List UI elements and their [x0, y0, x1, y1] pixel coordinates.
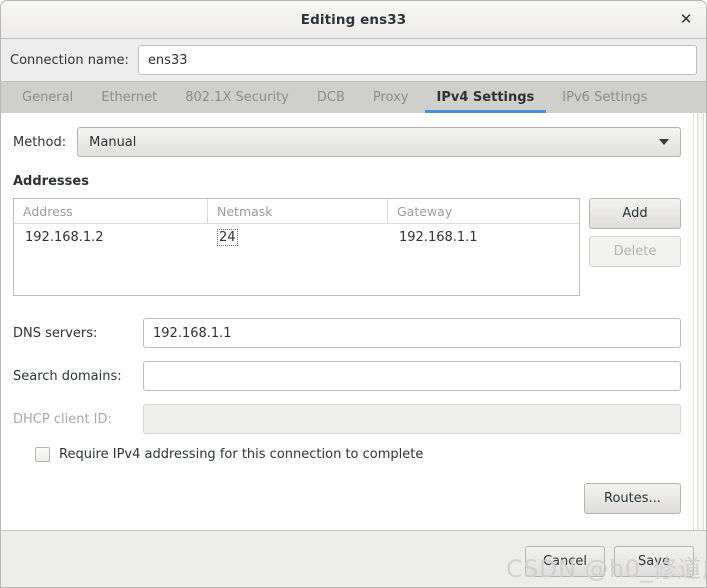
- routes-row: Routes...: [13, 483, 681, 514]
- dialog-footer: Cancel Save: [1, 531, 706, 587]
- addresses-area: Address Netmask Gateway 192.168.1.2 24 1…: [13, 198, 681, 296]
- require-ipv4-label[interactable]: Require IPv4 addressing for this connect…: [59, 447, 423, 462]
- tab-general[interactable]: General: [8, 81, 87, 113]
- require-ipv4-row[interactable]: Require IPv4 addressing for this connect…: [35, 447, 681, 462]
- dhcp-client-id-label: DHCP client ID:: [13, 411, 112, 427]
- tab-bar: General Ethernet 802.1X Security DCB Pro…: [1, 81, 706, 113]
- cell-netmask[interactable]: 24: [208, 224, 388, 250]
- addresses-buttons: Add Delete: [589, 198, 681, 267]
- require-ipv4-checkbox[interactable]: [35, 447, 50, 462]
- method-select[interactable]: Manual: [77, 127, 681, 157]
- cell-gateway-value: 192.168.1.1: [399, 229, 478, 245]
- search-domains-label: Search domains:: [13, 368, 122, 384]
- addresses-title: Addresses: [13, 174, 89, 189]
- cell-netmask-value: 24: [217, 228, 238, 246]
- column-header-gateway[interactable]: Gateway: [388, 199, 579, 223]
- dhcp-client-id-row: DHCP client ID:: [13, 404, 681, 434]
- tab-ethernet[interactable]: Ethernet: [87, 81, 171, 113]
- vertical-scrollbar[interactable]: [693, 113, 706, 530]
- method-row: Method: Manual: [13, 127, 681, 157]
- save-button[interactable]: Save: [614, 545, 694, 577]
- ipv4-settings-pane: Method: Manual Addresses Address Netmask…: [1, 113, 706, 531]
- routes-button[interactable]: Routes...: [584, 483, 681, 514]
- addresses-table[interactable]: Address Netmask Gateway 192.168.1.2 24 1…: [13, 198, 580, 296]
- title-bar: Editing ens33 ✕: [1, 1, 706, 39]
- connection-name-row: Connection name:: [1, 39, 706, 81]
- add-address-button[interactable]: Add: [589, 198, 681, 229]
- chevron-down-icon: [659, 139, 669, 145]
- column-header-address[interactable]: Address: [14, 199, 208, 223]
- connection-name-input[interactable]: [137, 45, 697, 75]
- ipv4-settings-content: Method: Manual Addresses Address Netmask…: [1, 113, 693, 530]
- dns-servers-label: DNS servers:: [13, 325, 98, 341]
- addresses-table-header: Address Netmask Gateway: [14, 199, 579, 224]
- cell-address[interactable]: 192.168.1.2: [14, 224, 208, 250]
- method-selected-value: Manual: [89, 134, 137, 150]
- window-title: Editing ens33: [300, 11, 407, 28]
- tab-802-1x-security[interactable]: 802.1X Security: [171, 81, 303, 113]
- editing-connection-dialog: Editing ens33 ✕ Connection name: General…: [0, 0, 707, 588]
- search-domains-input[interactable]: [143, 361, 681, 391]
- cell-gateway[interactable]: 192.168.1.1: [388, 224, 579, 250]
- dhcp-client-id-input: [143, 404, 681, 434]
- cancel-button[interactable]: Cancel: [525, 545, 605, 577]
- dns-servers-row: DNS servers:: [13, 318, 681, 348]
- search-domains-row: Search domains:: [13, 361, 681, 391]
- table-row[interactable]: 192.168.1.2 24 192.168.1.1: [14, 224, 579, 250]
- close-icon[interactable]: ✕: [675, 9, 697, 31]
- tab-ipv6-settings[interactable]: IPv6 Settings: [548, 81, 661, 113]
- connection-name-label: Connection name:: [10, 52, 129, 68]
- method-label: Method:: [13, 134, 67, 150]
- column-header-netmask[interactable]: Netmask: [208, 199, 388, 223]
- dns-servers-input[interactable]: [143, 318, 681, 348]
- scrollbar-track[interactable]: [697, 113, 704, 530]
- cell-address-value: 192.168.1.2: [25, 229, 104, 245]
- tab-proxy[interactable]: Proxy: [359, 81, 423, 113]
- delete-address-button: Delete: [589, 236, 681, 267]
- tab-dcb[interactable]: DCB: [303, 81, 359, 113]
- tab-ipv4-settings[interactable]: IPv4 Settings: [423, 81, 549, 113]
